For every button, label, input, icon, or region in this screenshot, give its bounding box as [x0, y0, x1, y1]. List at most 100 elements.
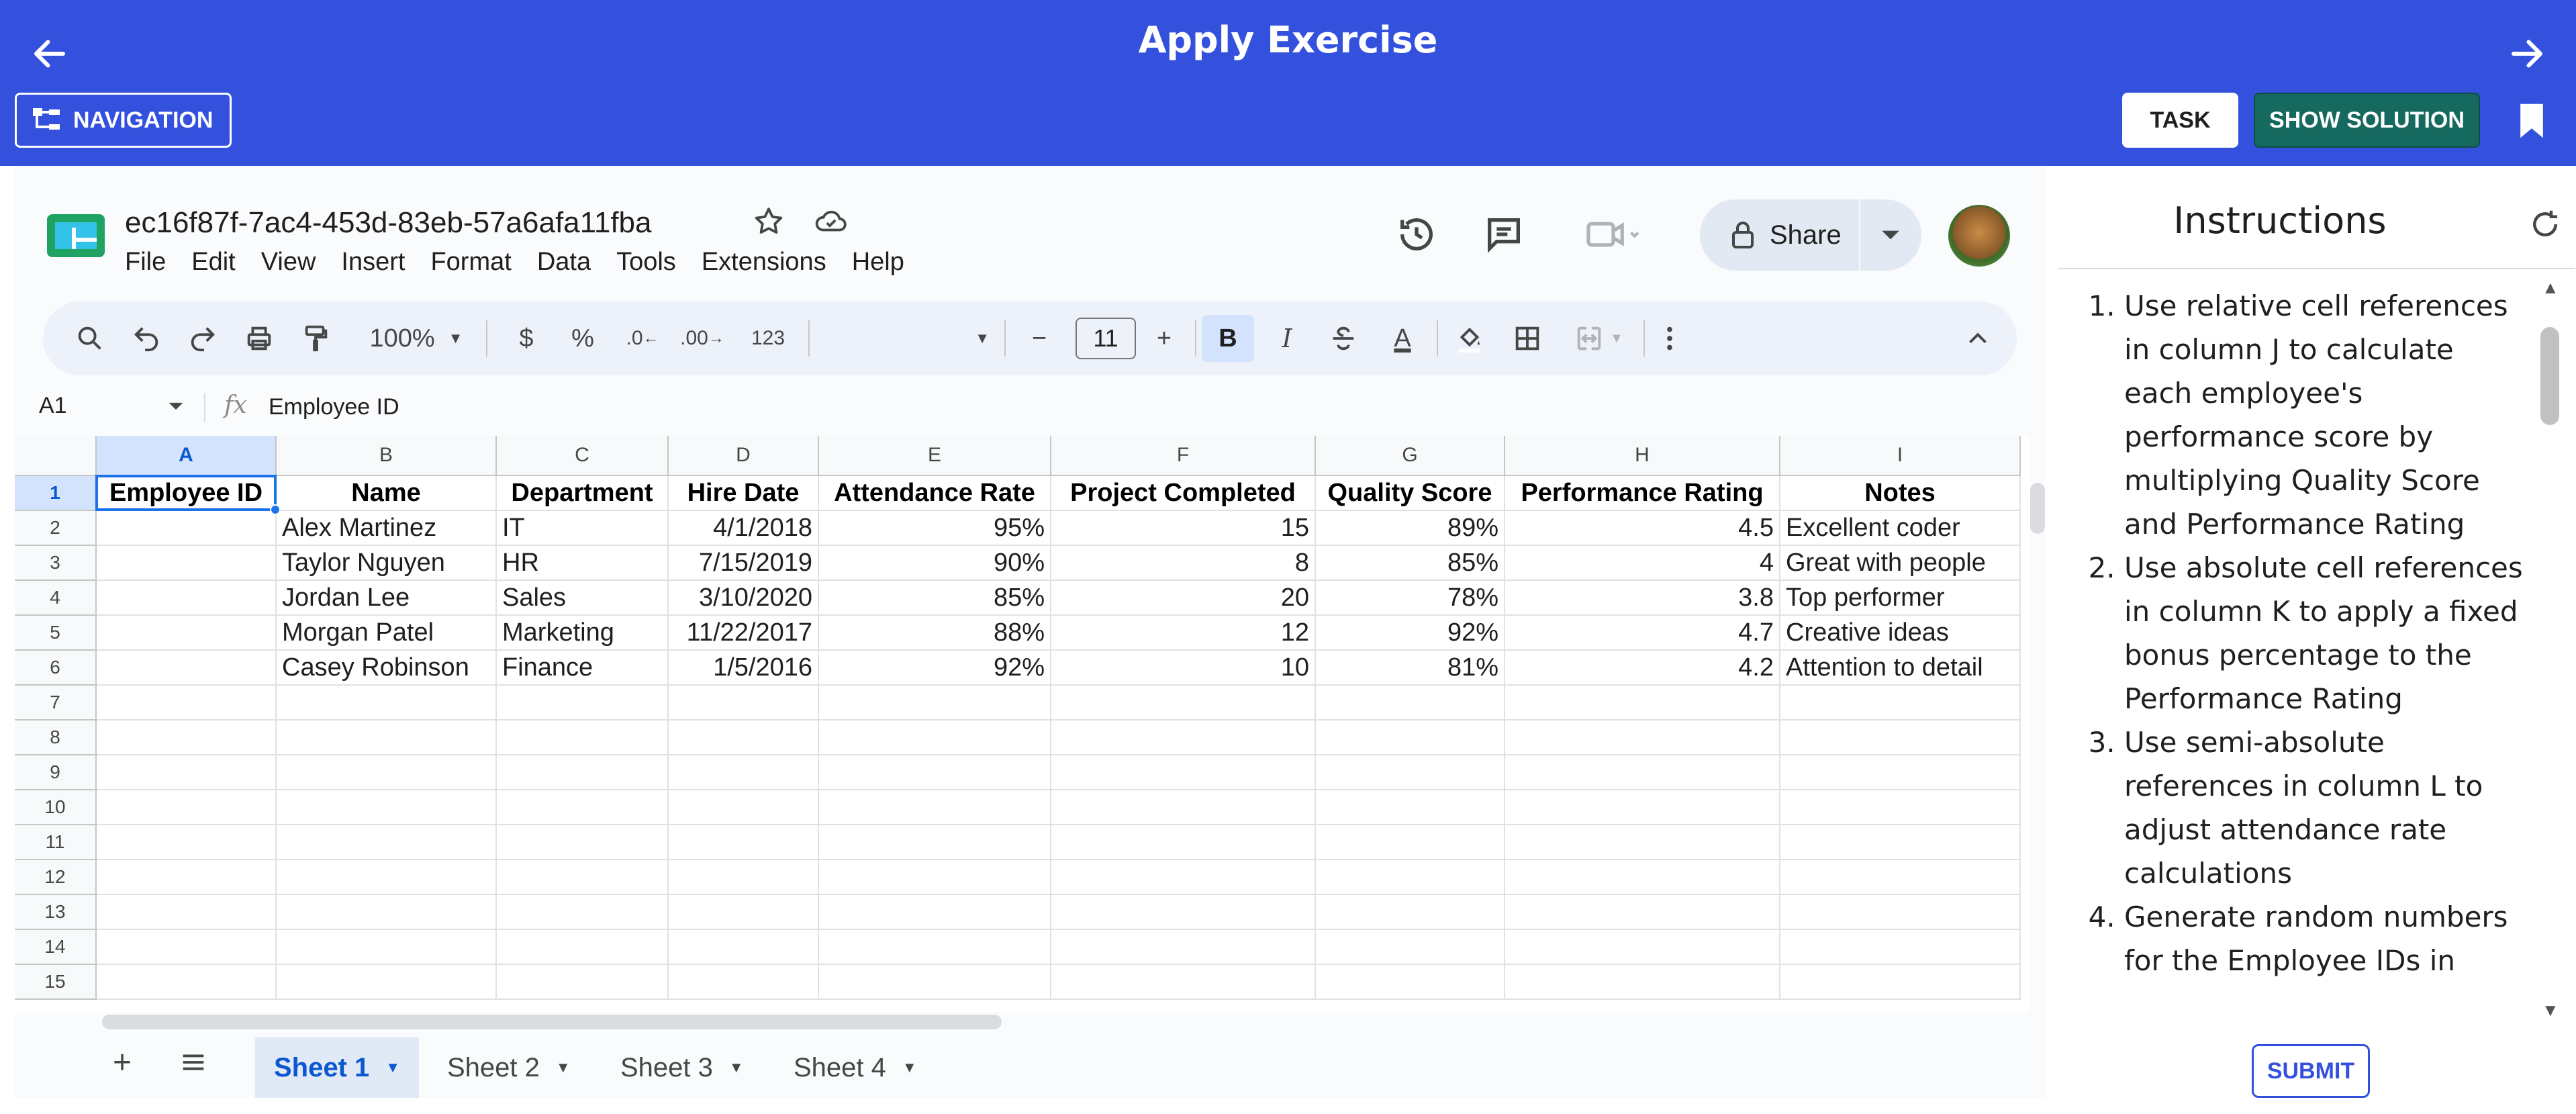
table-cell[interactable]: 85% [1316, 546, 1505, 581]
empty-cell[interactable] [277, 860, 497, 895]
empty-cell[interactable] [1505, 755, 1780, 790]
table-cell[interactable]: 95% [819, 511, 1051, 546]
redo-icon[interactable] [183, 315, 223, 362]
empty-cell[interactable] [1051, 895, 1316, 930]
table-cell[interactable]: 3/10/2020 [669, 581, 819, 616]
row-header[interactable]: 7 [15, 686, 97, 721]
menu-edit[interactable]: Edit [191, 248, 235, 277]
empty-cell[interactable] [1051, 790, 1316, 825]
header-cell[interactable]: Attendance Rate [819, 476, 1051, 511]
empty-cell[interactable] [277, 930, 497, 965]
row-header[interactable]: 6 [15, 651, 97, 686]
font-size-input[interactable]: 11 [1076, 318, 1136, 359]
empty-cell[interactable] [497, 965, 669, 1000]
avatar[interactable] [1948, 205, 2010, 267]
empty-cell[interactable] [497, 825, 669, 860]
empty-cell[interactable] [277, 825, 497, 860]
empty-cell[interactable] [1051, 860, 1316, 895]
empty-cell[interactable] [1316, 790, 1505, 825]
table-cell[interactable] [97, 511, 277, 546]
comments-icon[interactable] [1482, 213, 1525, 256]
empty-cell[interactable] [277, 790, 497, 825]
sheets-logo-icon[interactable] [47, 214, 105, 257]
tab-sheet-1[interactable]: Sheet 1 ▼ [255, 1037, 420, 1098]
merge-cells-icon[interactable]: ▼ [1562, 315, 1635, 362]
empty-cell[interactable] [819, 860, 1051, 895]
font-family-select[interactable]: ▼ [822, 315, 990, 362]
table-cell[interactable]: Jordan Lee [277, 581, 497, 616]
header-cell[interactable]: Quality Score [1316, 476, 1505, 511]
cell-grid[interactable]: A B C D E F G H I 1 2 3 4 5 6 7 8 9 10 11 12 13 14 15 Employee I… [15, 436, 2030, 1012]
empty-cell[interactable] [1051, 965, 1316, 1000]
empty-cell[interactable] [1051, 755, 1316, 790]
version-history-icon[interactable] [1395, 213, 1438, 256]
instructions-scrollbar[interactable] [2540, 327, 2559, 425]
row-header[interactable]: 2 [15, 511, 97, 546]
chevron-down-icon[interactable] [1880, 228, 1901, 242]
empty-cell[interactable] [97, 790, 277, 825]
fill-handle[interactable] [270, 504, 281, 515]
show-solution-button[interactable]: SHOW SOLUTION [2254, 93, 2480, 148]
refresh-icon[interactable] [2527, 206, 2563, 242]
empty-cell[interactable] [497, 860, 669, 895]
empty-cell[interactable] [1051, 721, 1316, 755]
table-cell[interactable]: 4.2 [1505, 651, 1780, 686]
table-cell[interactable]: 11/22/2017 [669, 616, 819, 651]
menu-tools[interactable]: Tools [616, 248, 676, 277]
number-format-button[interactable]: 123 [741, 315, 795, 362]
empty-cell[interactable] [1780, 686, 2021, 721]
table-cell[interactable] [97, 546, 277, 581]
bookmark-icon[interactable] [2518, 102, 2546, 140]
cloud-status-icon[interactable] [812, 205, 850, 238]
zoom-select[interactable]: 100% ▼ [363, 315, 470, 362]
table-cell[interactable]: 88% [819, 616, 1051, 651]
empty-cell[interactable] [1505, 930, 1780, 965]
row-header[interactable]: 14 [15, 930, 97, 965]
strikethrough-icon[interactable] [1320, 315, 1367, 362]
empty-cell[interactable] [1780, 790, 2021, 825]
empty-cell[interactable] [669, 965, 819, 1000]
table-cell[interactable]: 20 [1051, 581, 1316, 616]
tab-sheet-3[interactable]: Sheet 3 ▼ [602, 1037, 763, 1098]
empty-cell[interactable] [97, 721, 277, 755]
empty-cell[interactable] [97, 965, 277, 1000]
undo-icon[interactable] [126, 315, 166, 362]
table-cell[interactable]: Finance [497, 651, 669, 686]
empty-cell[interactable] [669, 930, 819, 965]
collapse-toolbar-icon[interactable] [1958, 315, 1998, 362]
table-cell[interactable]: 8 [1051, 546, 1316, 581]
meet-icon[interactable] [1583, 213, 1643, 256]
table-cell[interactable]: 90% [819, 546, 1051, 581]
empty-cell[interactable] [669, 790, 819, 825]
table-cell[interactable]: 89% [1316, 511, 1505, 546]
row-header[interactable]: 8 [15, 721, 97, 755]
empty-cell[interactable] [819, 895, 1051, 930]
vertical-scrollbar[interactable] [2030, 483, 2045, 534]
table-cell[interactable]: Attention to detail [1780, 651, 2021, 686]
add-sheet-icon[interactable]: + [102, 1039, 142, 1086]
column-header[interactable]: F [1051, 436, 1316, 476]
empty-cell[interactable] [497, 755, 669, 790]
empty-cell[interactable] [819, 686, 1051, 721]
submit-button[interactable]: SUBMIT [2252, 1044, 2370, 1098]
empty-cell[interactable] [669, 721, 819, 755]
table-cell[interactable] [97, 581, 277, 616]
more-options-icon[interactable] [1653, 315, 1686, 362]
document-title[interactable]: ec16f87f-7ac4-453d-83eb-57a6afa11fba [125, 206, 651, 240]
borders-icon[interactable] [1504, 315, 1551, 362]
tab-sheet-2[interactable]: Sheet 2 ▼ [428, 1037, 589, 1098]
empty-cell[interactable] [1051, 686, 1316, 721]
empty-cell[interactable] [819, 930, 1051, 965]
table-cell[interactable] [97, 651, 277, 686]
header-cell[interactable]: Department [497, 476, 669, 511]
table-cell[interactable]: Creative ideas [1780, 616, 2021, 651]
row-header[interactable]: 3 [15, 546, 97, 581]
increase-font-size-icon[interactable]: + [1144, 315, 1184, 362]
empty-cell[interactable] [1780, 825, 2021, 860]
bold-button[interactable]: B [1202, 315, 1254, 362]
task-button[interactable]: TASK [2122, 93, 2238, 148]
name-box[interactable]: A1 [39, 393, 67, 419]
row-header[interactable]: 11 [15, 825, 97, 860]
empty-cell[interactable] [1505, 686, 1780, 721]
empty-cell[interactable] [669, 686, 819, 721]
